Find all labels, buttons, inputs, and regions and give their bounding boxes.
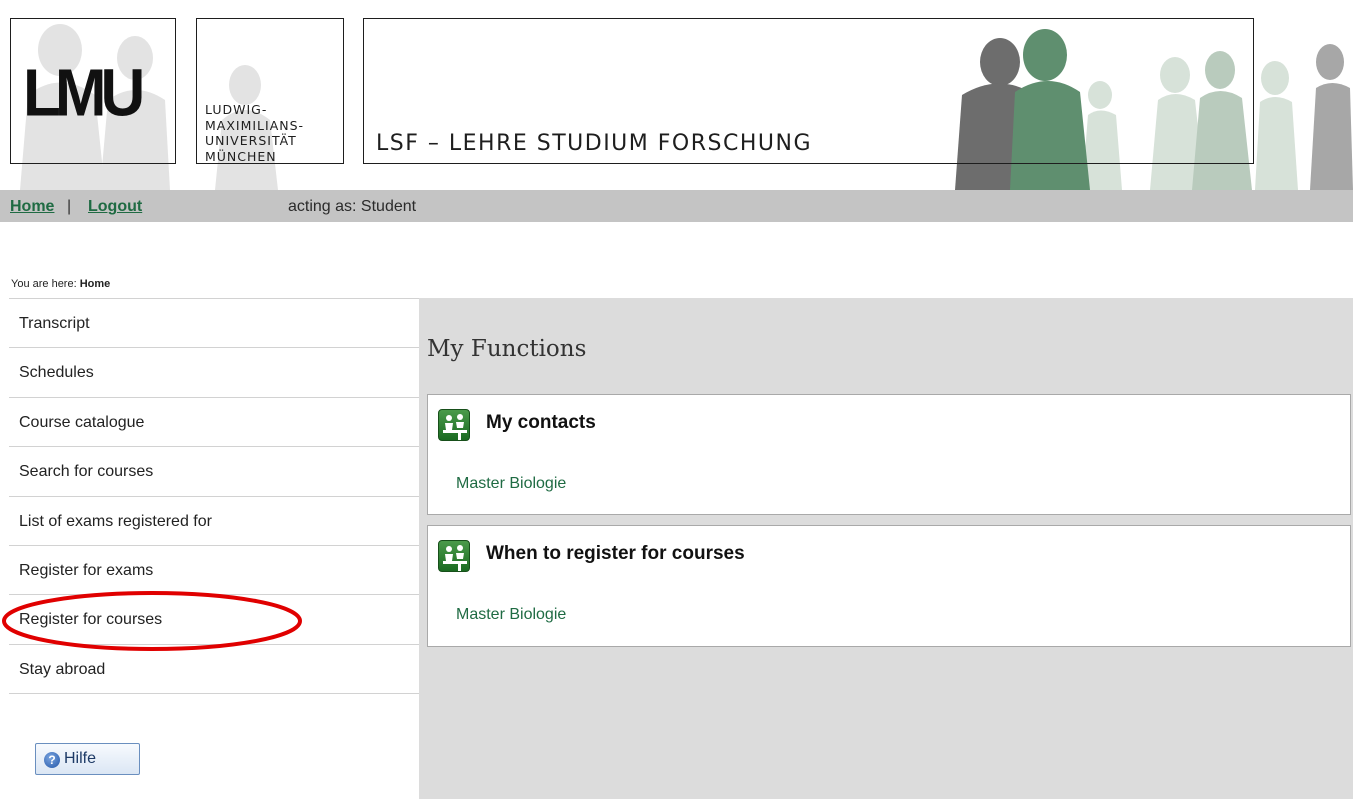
card-when-to-register: When to register for courses Master Biol… [427, 525, 1351, 647]
card-my-contacts: My contacts Master Biologie [427, 394, 1351, 515]
site-header: LMU LUDWIG- MAXIMILIANS- UNIVERSITÄT MÜN… [0, 0, 1353, 190]
sidebar-item-exams-registered[interactable]: List of exams registered for [9, 495, 419, 545]
people-desk-icon [438, 540, 470, 572]
breadcrumb: You are here: Home [11, 278, 110, 290]
nav-separator: | [67, 198, 72, 215]
home-link[interactable]: Home [10, 198, 54, 216]
lmu-logo[interactable]: LMU [23, 60, 145, 128]
card-title: When to register for courses [486, 543, 745, 564]
breadcrumb-current: Home [79, 278, 111, 290]
sidebar-divider [9, 693, 419, 695]
help-button[interactable]: ? Hilfe [35, 743, 140, 775]
logout-link[interactable]: Logout [88, 198, 142, 216]
sidebar-item-schedules[interactable]: Schedules [9, 347, 419, 396]
top-nav-bar: Home | Logout acting as: Student [0, 190, 1353, 222]
page-title: My Functions [427, 336, 587, 362]
university-name: LUDWIG- MAXIMILIANS- UNIVERSITÄT MÜNCHEN [205, 102, 305, 164]
question-icon: ? [44, 752, 60, 768]
sidebar-item-register-for-exams[interactable]: Register for exams [9, 544, 419, 594]
app-title-box: LSF – LEHRE STUDIUM FORSCHUNG [363, 18, 1254, 164]
card-title: My contacts [486, 412, 596, 433]
master-biologie-link[interactable]: Master Biologie [456, 475, 566, 493]
sidebar-item-course-catalogue[interactable]: Course catalogue [9, 396, 419, 446]
help-button-label: Hilfe [64, 750, 97, 767]
main-panel: My Functions My contacts Master Biologie [419, 298, 1353, 799]
sidebar-item-search-for-courses[interactable]: Search for courses [9, 446, 419, 495]
highlight-annotation-ellipse [2, 591, 302, 651]
acting-as-role: acting as: Student [288, 198, 417, 215]
sidebar-item-transcript[interactable]: Transcript [9, 298, 419, 347]
breadcrumb-prefix: You are here: [11, 278, 77, 290]
app-title: LSF – LEHRE STUDIUM FORSCHUNG [376, 131, 812, 156]
people-desk-icon [438, 409, 470, 441]
university-name-box: LUDWIG- MAXIMILIANS- UNIVERSITÄT MÜNCHEN [196, 18, 344, 164]
master-biologie-link[interactable]: Master Biologie [456, 606, 566, 624]
